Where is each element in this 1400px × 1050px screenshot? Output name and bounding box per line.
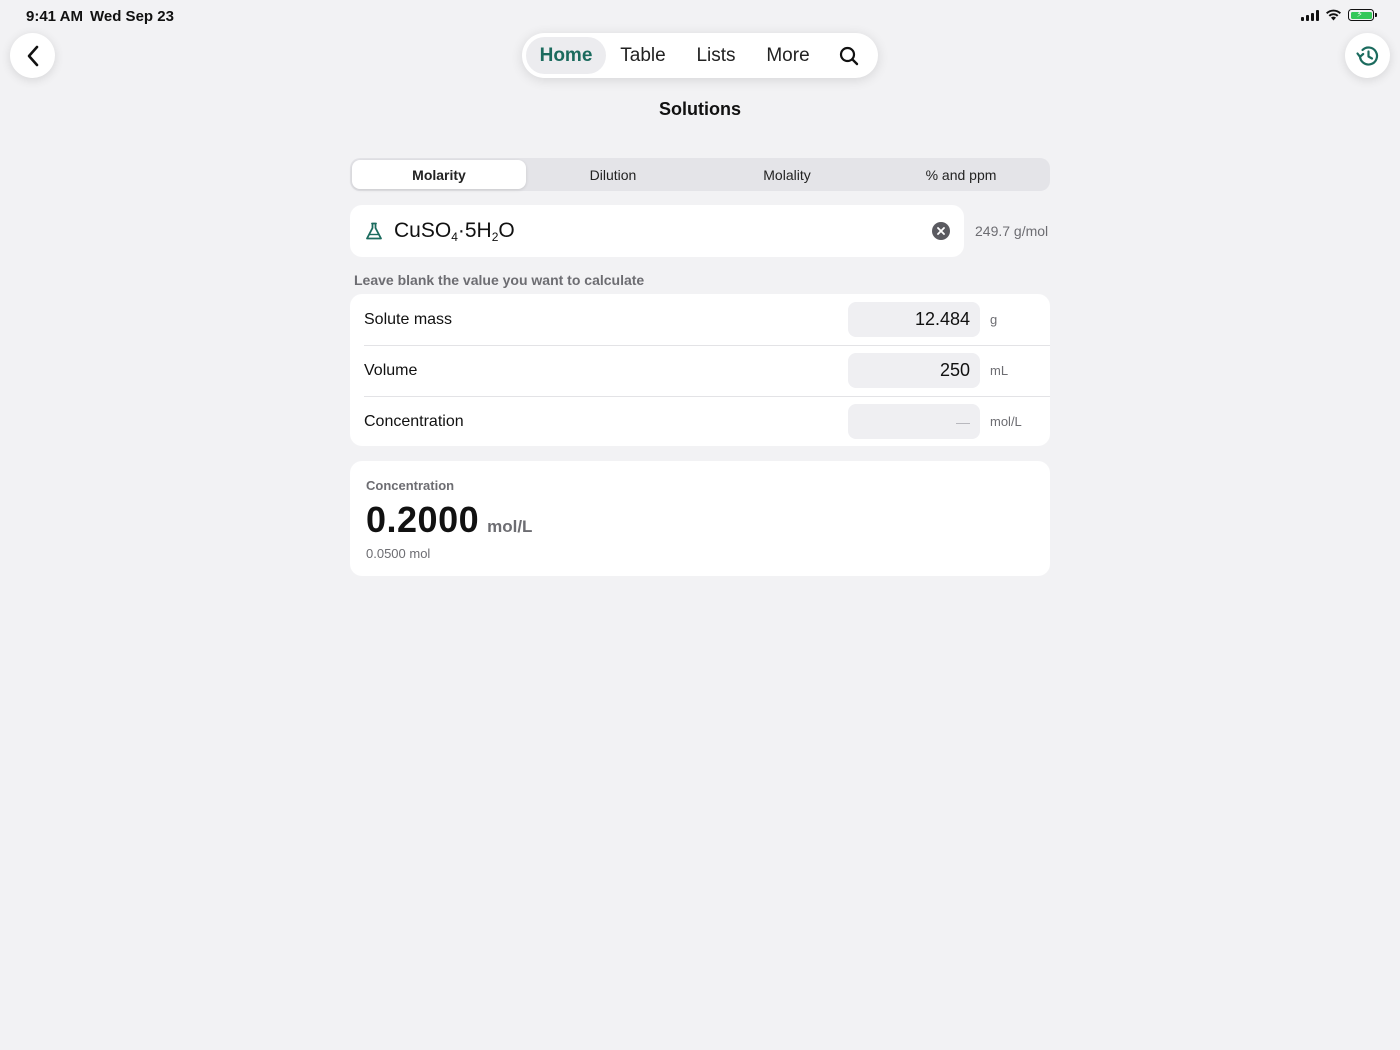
table-row: Solute mass 12.484 g [350, 294, 1050, 345]
nav-more-tab[interactable]: More [752, 37, 824, 74]
volume-input[interactable]: 250 [848, 353, 980, 388]
calculation-type-selector: Molarity Dilution Molality % and ppm [350, 158, 1050, 191]
input-table: Solute mass 12.484 g Volume 250 mL Conce… [350, 294, 1050, 446]
volume-label: Volume [364, 361, 418, 379]
history-icon [1355, 45, 1378, 66]
result-unit: mol/L [487, 517, 533, 536]
history-button[interactable] [1345, 33, 1390, 78]
flask-icon [364, 220, 386, 242]
concentration-label: Concentration [364, 412, 464, 430]
solute-mass-input[interactable]: 12.484 [848, 302, 980, 337]
segment-molality[interactable]: Molality [700, 160, 874, 189]
wifi-icon [1326, 9, 1341, 21]
status-time: 9:41 AM [26, 8, 83, 25]
chevron-left-icon [27, 45, 38, 66]
page-title: Solutions [659, 99, 741, 119]
table-row: Concentration — mol/L [350, 396, 1050, 446]
segment-molarity[interactable]: Molarity [352, 160, 526, 189]
cellular-signal-icon [1301, 9, 1319, 21]
table-row: Volume 250 mL [350, 345, 1050, 396]
compound-field[interactable]: CuSO4·5H2O [350, 205, 964, 257]
back-button[interactable] [10, 33, 55, 78]
nav-lists-tab[interactable]: Lists [680, 37, 752, 74]
result-moles: 0.0500 mol [366, 546, 431, 561]
solute-mass-label: Solute mass [364, 310, 453, 328]
concentration-input[interactable]: — [848, 404, 980, 439]
clear-compound-button[interactable] [932, 222, 950, 240]
result-label: Concentration [366, 478, 455, 493]
molar-mass: 249.7 g/mol [975, 223, 1049, 239]
status-icons [1301, 9, 1377, 21]
hint-text: Leave blank the value you want to calcul… [354, 272, 645, 288]
status-date: Wed Sep 23 [90, 8, 174, 25]
close-icon [937, 227, 945, 235]
solute-mass-unit: g [990, 312, 998, 327]
segment-percent-ppm[interactable]: % and ppm [874, 160, 1048, 189]
concentration-unit: mol/L [990, 414, 1022, 429]
segment-dilution[interactable]: Dilution [526, 160, 700, 189]
top-navigation: Home Table Lists More [522, 33, 878, 78]
search-icon [839, 46, 859, 65]
result-card: Concentration 0.2000 mol/L 0.0500 mol [350, 461, 1050, 576]
result-value: 0.2000 [366, 499, 480, 540]
search-button[interactable] [824, 37, 874, 74]
volume-unit: mL [990, 363, 1009, 378]
nav-table-tab[interactable]: Table [606, 37, 680, 74]
compound-formula: CuSO4·5H2O [394, 218, 515, 244]
battery-icon [1348, 9, 1377, 21]
nav-home-tab[interactable]: Home [526, 37, 606, 74]
